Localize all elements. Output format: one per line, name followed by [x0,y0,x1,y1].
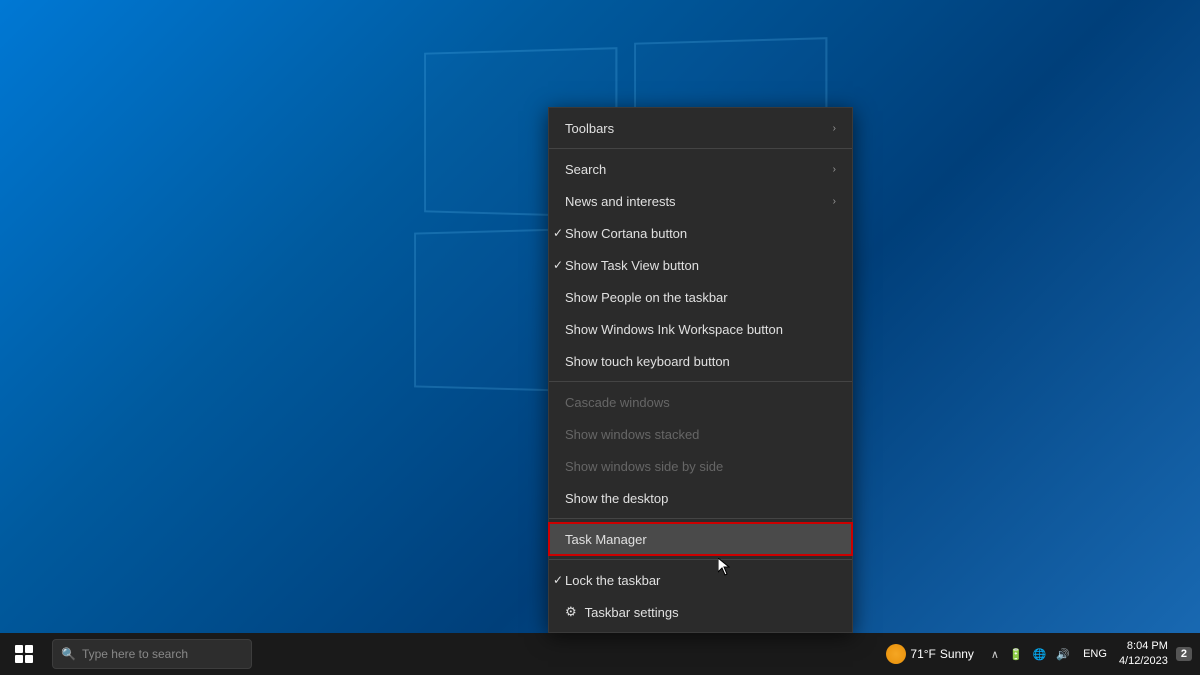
menu-label-toolbars: Toolbars [565,121,614,136]
desktop: Toolbars›Search›News and interests›✓Show… [0,0,1200,675]
clock-date: 4/12/2023 [1119,654,1168,669]
menu-label-search: Search [565,162,606,177]
volume-icon: 🔊 [1053,646,1073,663]
menu-item-show-stacked: Show windows stacked [549,418,852,450]
weather-condition: Sunny [940,647,974,661]
arrow-icon-search: › [833,164,836,175]
menu-label-show-desktop: Show the desktop [565,491,668,506]
search-glass-icon: 🔍 [61,647,76,661]
search-placeholder: Type here to search [82,647,188,661]
menu-item-toolbars[interactable]: Toolbars › [549,112,852,144]
separator-after-show-desktop [549,518,852,519]
menu-item-show-ink[interactable]: Show Windows Ink Workspace button [549,313,852,345]
taskbar-clock[interactable]: 8:04 PM 4/12/2023 [1113,639,1174,670]
start-icon [15,645,33,663]
start-button[interactable] [0,633,48,675]
menu-item-search[interactable]: Search › [549,153,852,185]
menu-item-show-task-view[interactable]: ✓Show Task View button [549,249,852,281]
menu-label-cascade-windows: Cascade windows [565,395,670,410]
menu-label-show-task-view: Show Task View button [565,258,699,273]
menu-item-lock-taskbar[interactable]: ✓Lock the taskbar [549,564,852,596]
menu-item-show-people[interactable]: Show People on the taskbar [549,281,852,313]
checkmark-lock-taskbar: ✓ [553,573,563,587]
menu-item-cascade-windows: Cascade windows [549,386,852,418]
taskbar-right: 71°F Sunny ∧ 🔋 🌐 🔊 ENG 8:04 PM 4/12/2023… [878,633,1200,675]
menu-item-show-desktop[interactable]: Show the desktop [549,482,852,514]
menu-label-taskbar-settings: Taskbar settings [585,605,679,620]
menu-label-show-side-by-side: Show windows side by side [565,459,723,474]
menu-item-show-side-by-side: Show windows side by side [549,450,852,482]
menu-label-show-touch-keyboard: Show touch keyboard button [565,354,730,369]
checkmark-show-cortana: ✓ [553,226,563,240]
menu-item-show-touch-keyboard[interactable]: Show touch keyboard button [549,345,852,377]
taskbar-search[interactable]: 🔍 Type here to search [52,639,252,669]
menu-label-show-cortana: Show Cortana button [565,226,687,241]
weather-sun-icon [886,644,906,664]
context-menu: Toolbars›Search›News and interests›✓Show… [548,107,853,633]
menu-item-news-interests[interactable]: News and interests › [549,185,852,217]
arrow-icon-news-interests: › [833,196,836,207]
menu-label-show-stacked: Show windows stacked [565,427,699,442]
separator-after-show-touch-keyboard [549,381,852,382]
checkmark-show-task-view: ✓ [553,258,563,272]
menu-label-lock-taskbar: Lock the taskbar [565,573,660,588]
taskbar: 🔍 Type here to search 71°F Sunny ∧ 🔋 🌐 🔊… [0,633,1200,675]
taskbar-weather[interactable]: 71°F Sunny [878,633,982,675]
menu-item-show-cortana[interactable]: ✓Show Cortana button [549,217,852,249]
menu-label-show-ink: Show Windows Ink Workspace button [565,322,783,337]
chevron-up-icon[interactable]: ∧ [988,646,1002,663]
language-indicator: ENG [1079,648,1111,660]
gear-icon: ⚙ [565,604,577,620]
separator-after-toolbars [549,148,852,149]
menu-item-taskbar-settings[interactable]: ⚙ Taskbar settings [549,596,852,628]
separator-after-task-manager [549,559,852,560]
system-tray: ∧ 🔋 🌐 🔊 [984,633,1077,675]
battery-icon: 🔋 [1006,646,1026,663]
clock-time: 8:04 PM [1127,639,1168,654]
network-icon: 🌐 [1030,646,1050,663]
notification-badge[interactable]: 2 [1176,647,1192,661]
arrow-icon-toolbars: › [833,123,836,134]
menu-item-task-manager[interactable]: Task Manager [549,523,852,555]
menu-label-news-interests: News and interests [565,194,676,209]
weather-temp: 71°F [910,647,935,661]
menu-label-task-manager: Task Manager [565,532,647,547]
menu-label-show-people: Show People on the taskbar [565,290,728,305]
